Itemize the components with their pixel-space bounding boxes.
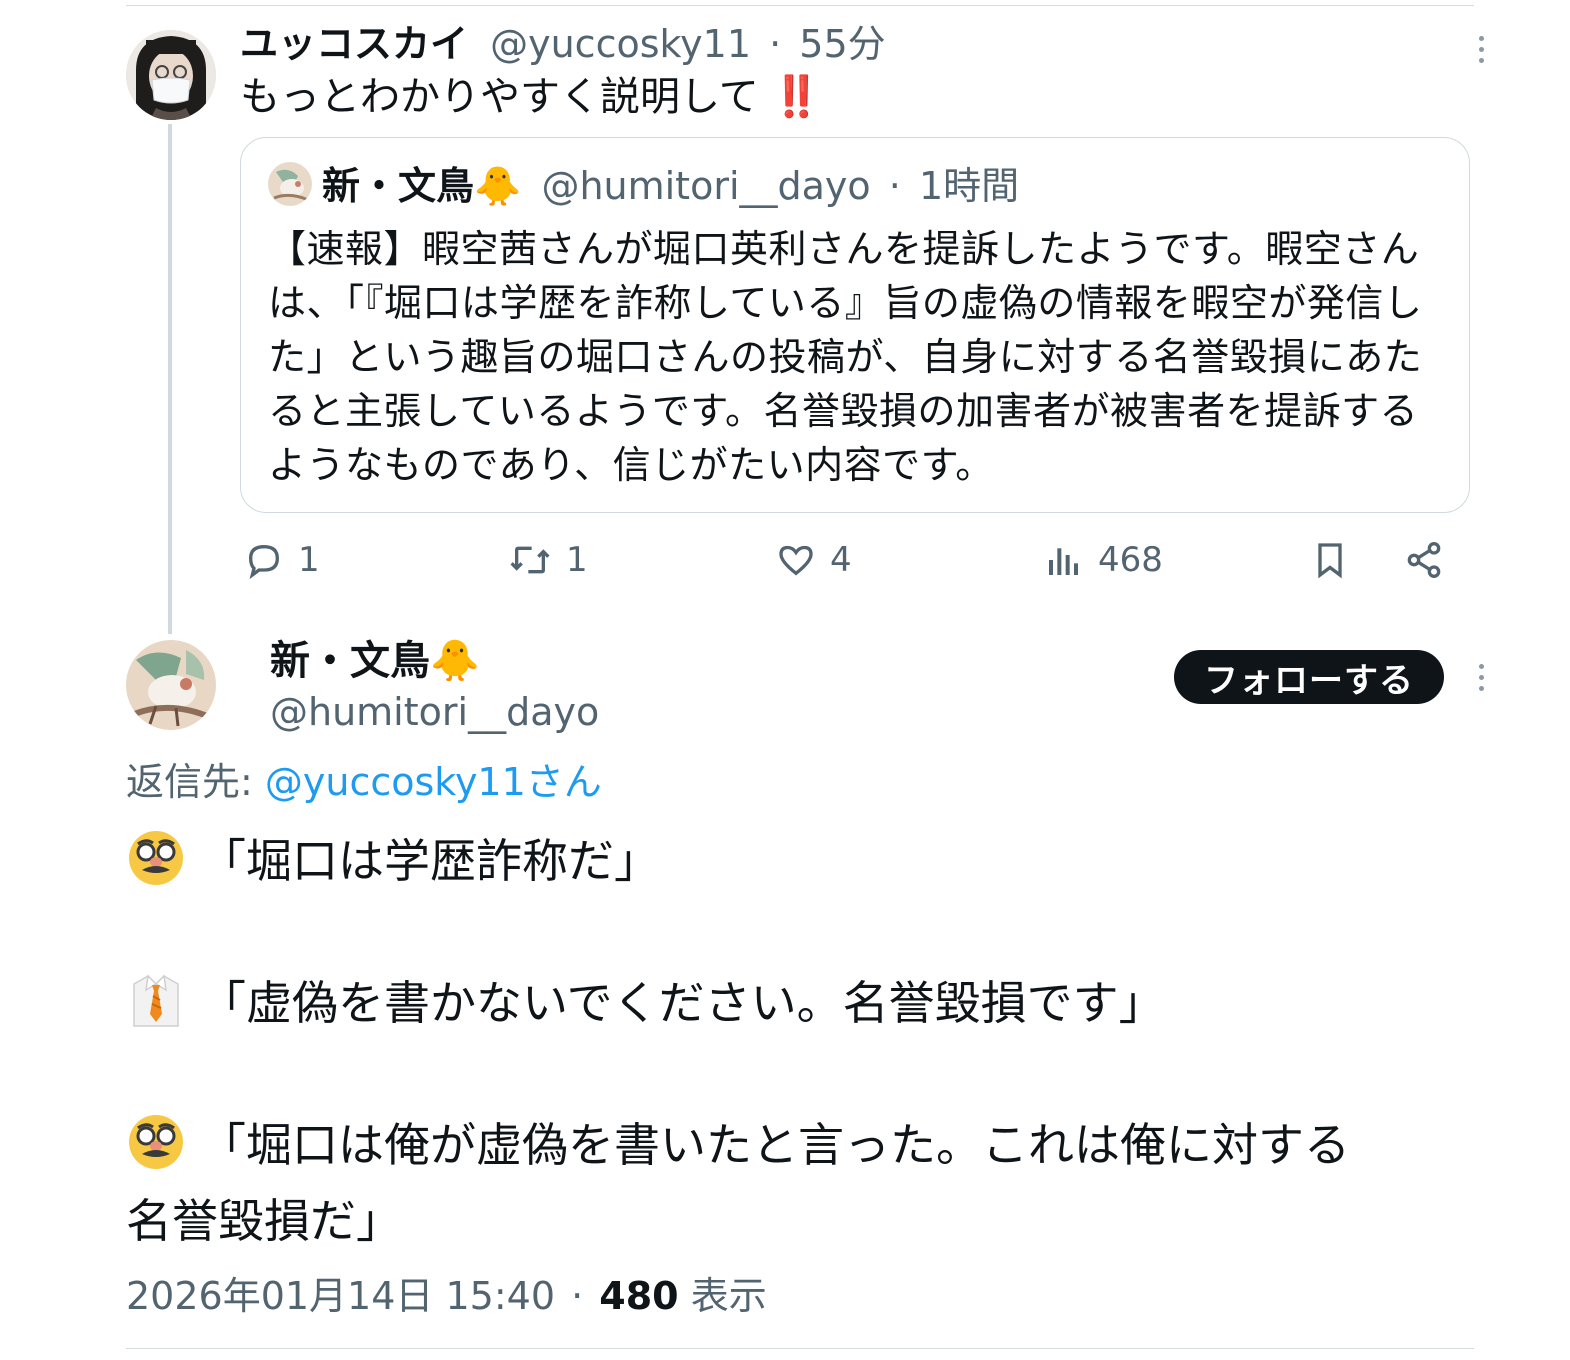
views-number[interactable]: 480 (599, 1274, 678, 1318)
reply-author-name[interactable]: ユッコスカイ (240, 22, 468, 66)
body-line-4-text: 名誉毀損だ」 (126, 1194, 402, 1248)
body-line-4: 名誉毀損だ」 (126, 1186, 402, 1250)
quoted-separator: · (888, 164, 901, 208)
avatar-humitori[interactable] (126, 640, 216, 730)
chick-icon: 🐥 (430, 638, 480, 684)
reply-time[interactable]: 55分 (799, 22, 885, 66)
reply-text: もっとわかりやすく説明して (240, 74, 759, 120)
reply-separator: · (769, 22, 782, 66)
body-line-1: 「堀口は学歴詐称だ」 (126, 826, 660, 890)
body-line-2-text: 「虚偽を書かないでください。名誉毀損です」 (200, 976, 1165, 1030)
body-line-2: 「虚偽を書かないでください。名誉毀損です」 (126, 968, 1165, 1032)
bookmark-icon (1318, 543, 1342, 579)
double-exclamation-icon: ‼️ (771, 74, 822, 120)
necktie-shirt-icon (126, 970, 186, 1030)
quoted-time[interactable]: 1時間 (919, 164, 1019, 208)
quoted-handle[interactable]: @humitori__dayo (541, 164, 870, 208)
more-icon[interactable] (1476, 36, 1486, 63)
like-button[interactable]: 4 (776, 540, 852, 580)
like-icon (779, 545, 813, 576)
chick-icon: 🐥 (474, 164, 522, 208)
view-count: 468 (1098, 540, 1163, 580)
reply-to-row: 返信先: @yuccosky11さん (126, 756, 602, 808)
share-button[interactable] (1404, 540, 1444, 580)
quoted-header: 新・文鳥🐥 @humitori__dayo · 1時間 (322, 160, 1019, 212)
reply-to-label: 返信先: (126, 760, 265, 804)
more-icon[interactable] (1476, 664, 1486, 691)
follow-button[interactable]: フォローする (1174, 650, 1444, 704)
timestamp-separator: · (571, 1274, 584, 1318)
reply-count: 1 (298, 540, 320, 580)
avatar-humitori-small (268, 162, 312, 206)
main-author-name[interactable]: 新・文鳥 (270, 638, 430, 684)
body-line-1-text: 「堀口は学歴詐称だ」 (200, 834, 660, 888)
main-handle[interactable]: @humitori__dayo (270, 686, 599, 738)
reply-to-handle[interactable]: @yuccosky11さん (265, 760, 602, 804)
views-button[interactable]: 468 (1044, 540, 1163, 580)
body-line-3-text: 「堀口は俺が虚偽を書いたと言った。これは俺に対する (200, 1118, 1350, 1172)
avatar-yuccosky[interactable] (126, 30, 216, 120)
views-label: 表示 (678, 1274, 767, 1318)
main-name-row: 新・文鳥🐥 (270, 634, 480, 688)
quoted-author-name[interactable]: 新・文鳥 (322, 164, 474, 208)
reply-icon (248, 544, 280, 580)
reply-button[interactable]: 1 (244, 540, 320, 580)
views-icon (1049, 548, 1078, 575)
body-line-3: 「堀口は俺が虚偽を書いたと言った。これは俺に対する (126, 1110, 1350, 1174)
reply-text-row: もっとわかりやすく説明して ‼️ (240, 70, 821, 124)
quoted-text: 【速報】暇空茜さんが堀口英利さんを提訴したようです。暇空さんは、「『堀口は学歴を… (268, 227, 1423, 487)
disguised-face-icon (126, 1112, 186, 1172)
disguised-face-icon (126, 828, 186, 888)
reply-handle[interactable]: @yuccosky11 (490, 22, 751, 66)
bookmark-button[interactable] (1310, 540, 1350, 580)
repost-button[interactable]: 1 (508, 540, 588, 580)
divider-top (126, 5, 1474, 6)
thread-line (168, 124, 172, 634)
divider-bottom (126, 1348, 1474, 1349)
repost-count: 1 (566, 540, 588, 580)
like-count: 4 (830, 540, 852, 580)
reply-header: ユッコスカイ @yuccosky11 · 55分 (240, 18, 886, 70)
timestamp-row: 2026年01月14日 15:40 · 480 表示 (126, 1270, 767, 1322)
timestamp[interactable]: 2026年01月14日 15:40 (126, 1274, 555, 1318)
repost-icon (510, 546, 550, 574)
share-icon (1407, 542, 1441, 579)
